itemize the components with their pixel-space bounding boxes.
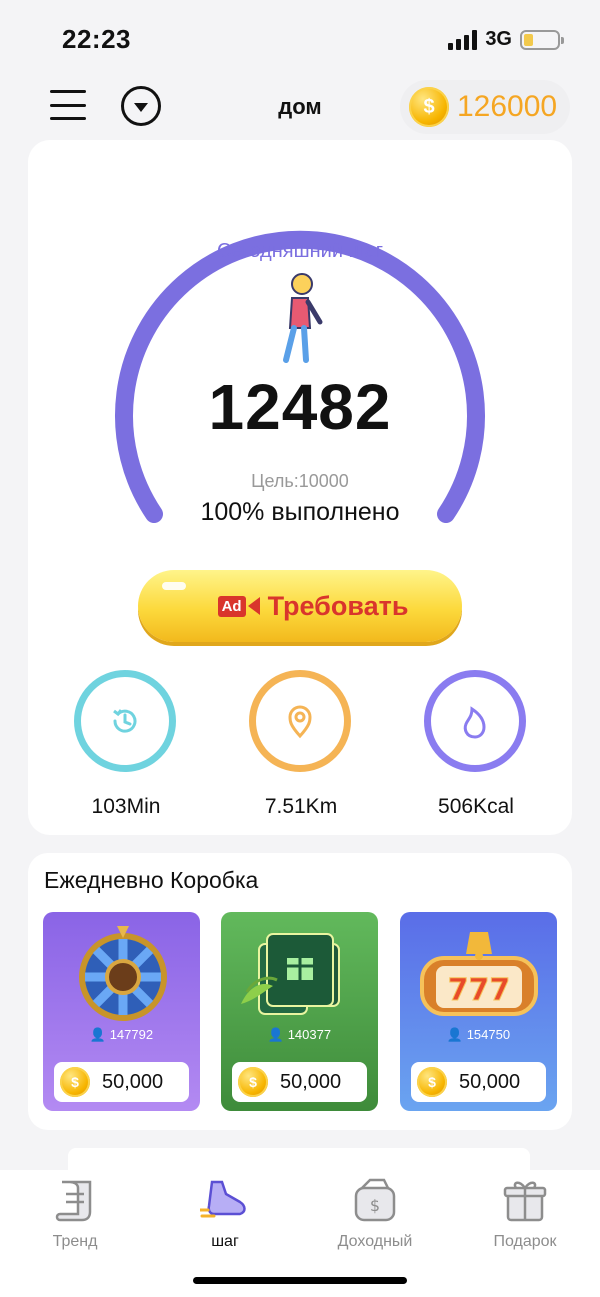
location-pin-icon	[249, 670, 351, 772]
nav-income[interactable]: $ Доходный	[310, 1176, 440, 1251]
gift-icon	[503, 1181, 547, 1222]
stat-calories: 506Kcal	[424, 670, 528, 818]
stat-time-value: 103Min	[91, 795, 161, 818]
gift-participants: 👤 140377	[267, 1027, 332, 1042]
slot-price: $ 50,000	[411, 1062, 546, 1102]
coin-icon: $	[409, 87, 449, 127]
steps-card: Сегодняшний шаг 12482 Цель:10000 100% вы…	[28, 140, 572, 835]
status-time: 22:23	[62, 24, 131, 54]
battery-icon	[520, 29, 564, 50]
claim-button-label: Требовать	[267, 590, 409, 621]
daily-box-wheel[interactable]: 👤 147792 $ 50,000	[43, 912, 200, 1111]
daily-box-slot[interactable]: 777 👤 154750 $ 50,000	[400, 912, 557, 1111]
coin-icon: $	[238, 1067, 268, 1097]
ad-video-icon: Ad	[217, 595, 260, 617]
nav-trend-label: Тренд	[52, 1233, 98, 1250]
steps-count: 12482	[208, 371, 392, 443]
slot-participants: 👤 154750	[446, 1027, 511, 1042]
signal-icon	[448, 29, 478, 50]
wheel-price: $ 50,000	[54, 1062, 189, 1102]
fortune-wheel-icon	[79, 926, 167, 1021]
clock-history-icon	[74, 670, 176, 772]
svg-text:$: $	[370, 1196, 380, 1215]
stat-distance: 7.51Km	[249, 670, 353, 818]
daily-box-card: Ежедневно Коробка 👤 147792 $ 50,000 👤 14…	[28, 853, 572, 1130]
coin-balance[interactable]: $ 126000	[400, 80, 570, 134]
daily-box-gift[interactable]: 👤 140377 $ 50,000	[221, 912, 378, 1111]
stat-distance-value: 7.51Km	[264, 795, 338, 818]
today-steps-label: Сегодняшний шаг	[216, 240, 384, 262]
coin-balance-value: 126000	[457, 90, 558, 123]
stat-calories-value: 506Kcal	[438, 795, 514, 818]
network-type: 3G	[485, 28, 512, 50]
wheel-participants: 👤 147792	[89, 1027, 154, 1042]
steps-goal: Цель:10000	[251, 471, 349, 491]
scroll-document-icon	[55, 1180, 92, 1222]
flame-icon	[424, 670, 526, 772]
status-bar: 22:23 3G	[0, 0, 600, 70]
nav-income-label: Доходный	[337, 1233, 413, 1250]
wallet-icon: $	[354, 1178, 396, 1222]
gift-cards-icon	[241, 933, 340, 1015]
svg-text:777: 777	[448, 973, 511, 1008]
status-indicators: 3G	[448, 28, 564, 51]
home-indicator	[193, 1277, 407, 1284]
nav-gift-label: Подарок	[493, 1233, 557, 1250]
walking-person-icon	[283, 273, 323, 363]
coin-icon: $	[417, 1067, 447, 1097]
nav-steps[interactable]: шаг	[160, 1176, 290, 1251]
gift-price: $ 50,000	[232, 1062, 367, 1102]
running-shoe-icon	[198, 1180, 246, 1218]
nav-trend[interactable]: Тренд	[10, 1176, 140, 1251]
stat-time: 103Min	[74, 670, 178, 818]
claim-button[interactable]: Ad Требовать	[138, 570, 462, 642]
header: дом $ 126000	[0, 78, 600, 136]
coin-icon: $	[60, 1067, 90, 1097]
nav-gift[interactable]: Подарок	[460, 1176, 590, 1251]
daily-box-title: Ежедневно Коробка	[44, 867, 259, 893]
completion-text: 100% выполнено	[200, 498, 400, 526]
nav-steps-label: шаг	[211, 1233, 239, 1250]
slot-machine-777-icon: 777	[420, 932, 538, 1016]
